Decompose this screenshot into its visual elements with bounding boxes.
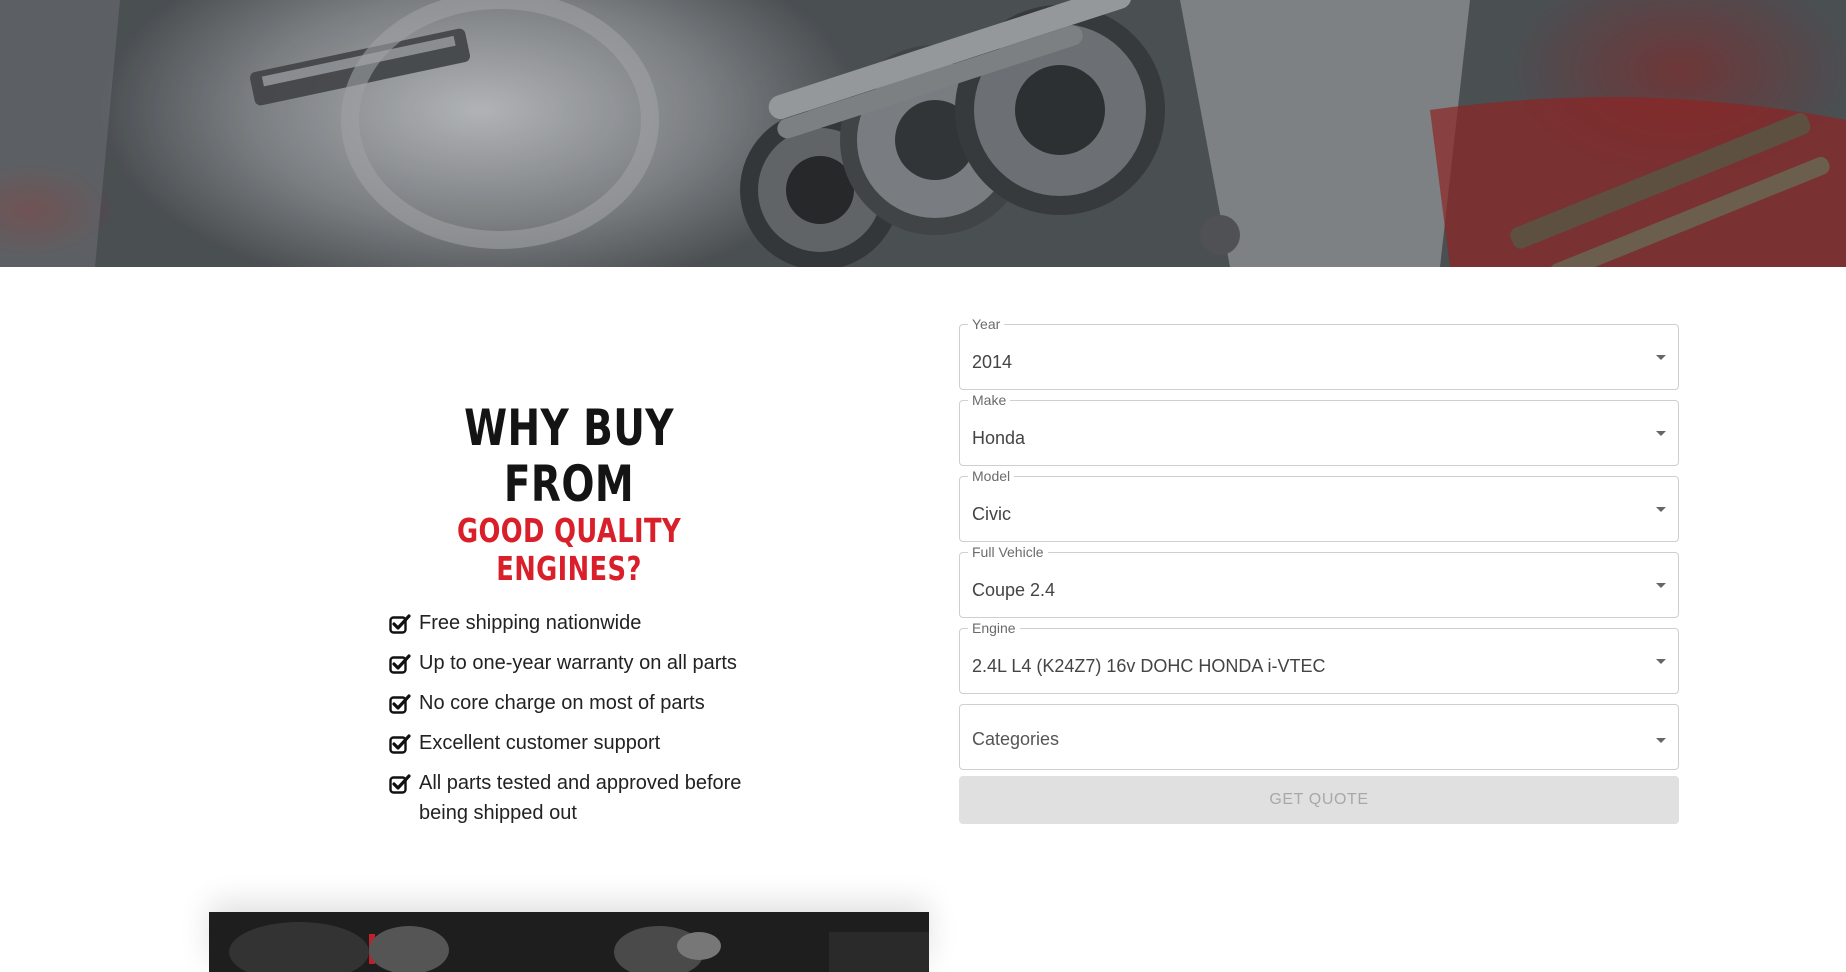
make-select[interactable]: Make Honda <box>959 392 1679 466</box>
dropdown-arrow-icon <box>1656 738 1666 743</box>
list-item: All parts tested and approved before bei… <box>389 768 749 828</box>
benefit-text: Free shipping nationwide <box>419 612 642 634</box>
hero-banner-image <box>0 0 1846 267</box>
benefit-text: Up to one-year warranty on all parts <box>419 652 737 674</box>
dropdown-arrow-icon <box>1656 355 1666 360</box>
benefit-text: No core charge on most of parts <box>419 692 705 714</box>
engine-select[interactable]: Engine 2.4L L4 (K24Z7) 16v DOHC HONDA i-… <box>959 620 1679 694</box>
section-title: WHY BUY FROM <box>464 399 674 513</box>
list-item: Excellent customer support <box>389 728 749 758</box>
list-item: Free shipping nationwide <box>389 608 749 638</box>
section-subtitle: GOOD QUALITY ENGINES? <box>456 511 681 588</box>
dropdown-arrow-icon <box>1656 507 1666 512</box>
make-value: Honda <box>972 428 1026 448</box>
gearbox-illustration <box>0 0 1846 267</box>
full-vehicle-value: Coupe 2.4 <box>972 580 1056 600</box>
engine-bay-image <box>209 912 929 972</box>
checkbox-checked-icon <box>389 774 411 794</box>
why-buy-section: WHY BUY FROM GOOD QUALITY ENGINES? Free … <box>389 400 749 838</box>
categories-placeholder: Categories <box>972 729 1060 749</box>
benefits-list: Free shipping nationwide Up to one-year … <box>389 608 749 828</box>
model-label: Model <box>968 468 1015 484</box>
get-quote-button[interactable]: GET QUOTE <box>959 776 1679 824</box>
vehicle-selector-form: Year 2014 Make Honda Model Civic Full Ve… <box>959 316 1679 824</box>
categories-select[interactable]: Categories <box>959 704 1679 770</box>
checkbox-checked-icon <box>389 694 411 714</box>
model-select[interactable]: Model Civic <box>959 468 1679 542</box>
full-vehicle-select[interactable]: Full Vehicle Coupe 2.4 <box>959 544 1679 618</box>
dropdown-arrow-icon <box>1656 431 1666 436</box>
full-vehicle-label: Full Vehicle <box>968 544 1048 560</box>
year-label: Year <box>968 316 1005 332</box>
checkbox-checked-icon <box>389 614 411 634</box>
engine-value: 2.4L L4 (K24Z7) 16v DOHC HONDA i-VTEC <box>972 656 1326 676</box>
checkbox-checked-icon <box>389 734 411 754</box>
list-item: Up to one-year warranty on all parts <box>389 648 749 678</box>
dropdown-arrow-icon <box>1656 583 1666 588</box>
benefit-text: Excellent customer support <box>419 732 661 754</box>
engine-bay-illustration <box>209 912 929 972</box>
dropdown-arrow-icon <box>1656 659 1666 664</box>
engine-label: Engine <box>968 620 1020 636</box>
model-value: Civic <box>972 504 1011 524</box>
list-item: No core charge on most of parts <box>389 688 749 718</box>
checkbox-checked-icon <box>389 654 411 674</box>
benefit-text: All parts tested and approved before bei… <box>419 772 742 824</box>
year-value: 2014 <box>972 352 1013 372</box>
year-select[interactable]: Year 2014 <box>959 316 1679 390</box>
make-label: Make <box>968 392 1011 408</box>
